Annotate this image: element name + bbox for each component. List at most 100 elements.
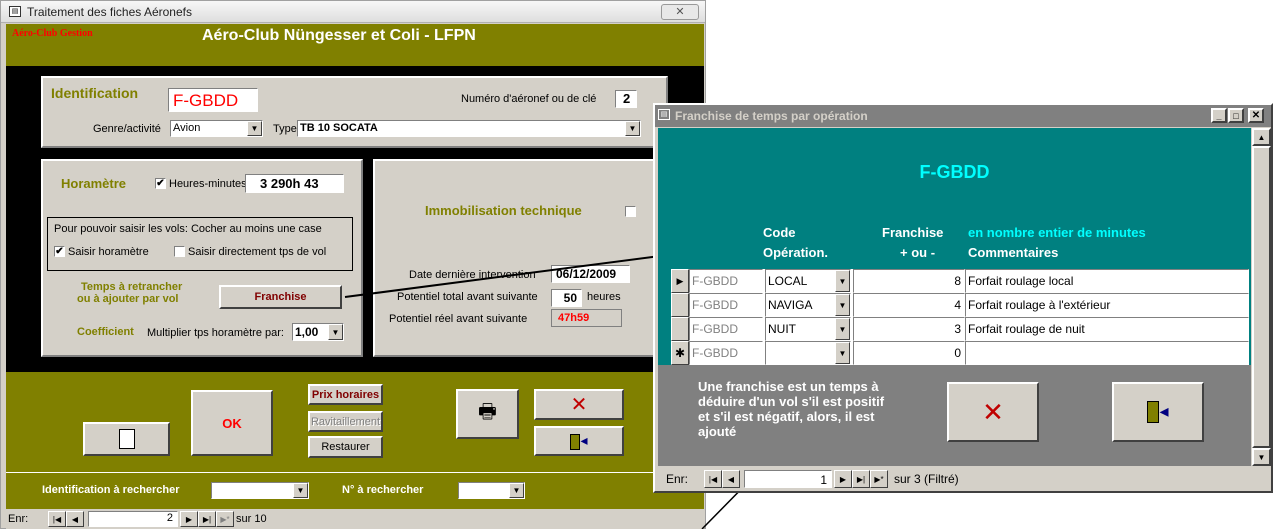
table-row[interactable]: F-GBDD NAVIGA ▼ 4 Forfait roulage à l'ex…: [671, 293, 1249, 317]
comment-cell[interactable]: Forfait roulage de nuit: [965, 317, 1249, 341]
prix-horaires-button[interactable]: Prix horaires: [308, 384, 383, 405]
restaurer-button[interactable]: Restaurer: [308, 436, 383, 458]
value-cell[interactable]: 4: [853, 293, 965, 317]
last-record-icon[interactable]: ▶|: [198, 511, 216, 527]
row-selector[interactable]: [671, 317, 689, 341]
immobilisation-checkbox[interactable]: [625, 206, 636, 217]
ident-cell[interactable]: F-GBDD: [689, 269, 763, 293]
chevron-down-icon[interactable]: ▼: [328, 324, 343, 340]
prev-record-icon[interactable]: ◀: [66, 511, 84, 527]
new-record-icon[interactable]: ▶*: [870, 470, 888, 488]
scroll-up-icon[interactable]: ▲: [1252, 128, 1271, 146]
close-button[interactable]: ✕: [1248, 108, 1264, 123]
type-combo[interactable]: TB 10 SOCATA ▼: [297, 120, 641, 137]
first-record-icon[interactable]: |◀: [48, 511, 66, 527]
col-franchise-1: Franchise: [882, 225, 944, 240]
delete-icon: ✕: [982, 396, 1004, 427]
restaurer-label: Restaurer: [321, 441, 370, 453]
scroll-thumb[interactable]: [1252, 146, 1271, 448]
ident-cell[interactable]: F-GBDD: [689, 293, 763, 317]
delete-button[interactable]: ✕: [947, 382, 1039, 442]
multiplier-label: Multiplier tps horamètre par:: [147, 327, 284, 339]
form-icon: ▤: [658, 109, 670, 120]
numero-recherche-combo[interactable]: ▼: [458, 482, 525, 499]
new-row-asterisk-icon[interactable]: ✱: [671, 341, 689, 365]
exit-button[interactable]: ◂: [534, 426, 624, 456]
value-cell[interactable]: 0: [853, 341, 965, 365]
table-row[interactable]: ▶ F-GBDD LOCAL ▼ 8 Forfait roulage local: [671, 269, 1249, 293]
horametre-field[interactable]: 3 290h 43: [245, 174, 344, 193]
row-selector-current[interactable]: ▶: [671, 269, 689, 293]
ident-cell[interactable]: F-GBDD: [689, 341, 763, 365]
chevron-down-icon[interactable]: ▼: [247, 121, 262, 136]
main-titlebar[interactable]: ▤ Traitement des fiches Aéronefs ✕: [1, 1, 705, 23]
code-value: LOCAL: [768, 274, 808, 288]
identification-field[interactable]: F-GBDD: [168, 88, 258, 112]
maximize-button[interactable]: □: [1228, 108, 1244, 123]
date-field[interactable]: 06/12/2009: [551, 265, 630, 283]
chevron-down-icon[interactable]: ▼: [835, 318, 850, 340]
new-row[interactable]: ✱ F-GBDD ▼ 0: [671, 341, 1249, 365]
comment-cell[interactable]: [965, 341, 1249, 365]
numero-label: Numéro d'aéronef ou de clé: [461, 93, 597, 105]
chevron-down-icon[interactable]: ▼: [835, 270, 850, 292]
chevron-down-icon[interactable]: ▼: [835, 294, 850, 316]
ident-cell[interactable]: F-GBDD: [689, 317, 763, 341]
franchise-note: Une franchise est un temps à déduire d'u…: [698, 379, 885, 439]
table-row[interactable]: F-GBDD NUIT ▼ 3 Forfait roulage de nuit: [671, 317, 1249, 341]
close-button[interactable]: ✕: [661, 4, 699, 20]
row-selector[interactable]: [671, 293, 689, 317]
new-record-button[interactable]: [83, 422, 170, 456]
scroll-down-icon[interactable]: ▼: [1252, 448, 1271, 466]
type-label: Type: [273, 123, 297, 135]
ident-recherche-label: Identification à rechercher: [42, 484, 180, 496]
last-record-icon[interactable]: ▶|: [852, 470, 870, 488]
multiplier-combo[interactable]: 1,00 ▼: [292, 323, 344, 341]
heures-unit: heures: [587, 291, 621, 303]
brand-label: Aéro-Club Gestion: [12, 28, 93, 39]
form-icon: ▤: [9, 6, 21, 17]
value-cell[interactable]: 3: [853, 317, 965, 341]
saisir-tps-checkbox[interactable]: [174, 246, 185, 257]
code-cell[interactable]: LOCAL ▼: [765, 269, 851, 293]
chevron-down-icon[interactable]: ▼: [293, 483, 308, 498]
next-record-icon[interactable]: ▶: [180, 511, 198, 527]
ok-button[interactable]: OK: [191, 390, 273, 456]
genre-combo[interactable]: Avion ▼: [170, 120, 263, 137]
potentiel-total-field[interactable]: 50: [551, 289, 582, 307]
printer-icon: 🖶: [478, 401, 497, 423]
comment-cell[interactable]: Forfait roulage local: [965, 269, 1249, 293]
print-button[interactable]: 🖶: [456, 389, 519, 439]
potentiel-reel-label: Potentiel réel avant suivante: [389, 313, 528, 325]
franchise-titlebar[interactable]: ▤ Franchise de temps par opération _ □ ✕: [655, 105, 1271, 127]
numero-field[interactable]: 2: [615, 90, 637, 108]
date-label: Date dernière intervention: [409, 269, 536, 281]
value-cell[interactable]: 8: [853, 269, 965, 293]
code-cell[interactable]: ▼: [765, 341, 851, 365]
new-record-icon[interactable]: ▶*: [216, 511, 234, 527]
comment-cell[interactable]: Forfait roulage à l'extérieur: [965, 293, 1249, 317]
vertical-scrollbar[interactable]: ▲ ▼: [1252, 128, 1271, 466]
franchise-button[interactable]: Franchise: [219, 285, 342, 309]
code-cell[interactable]: NAVIGA ▼: [765, 293, 851, 317]
minimize-button[interactable]: _: [1211, 108, 1227, 123]
nav-label: Enr:: [8, 513, 29, 525]
first-record-icon[interactable]: |◀: [704, 470, 722, 488]
heures-minutes-checkbox[interactable]: ✔: [155, 178, 166, 189]
saisir-horametre-checkbox[interactable]: ✔: [54, 246, 65, 257]
ident-recherche-combo[interactable]: ▼: [211, 482, 309, 499]
next-record-icon[interactable]: ▶: [834, 470, 852, 488]
code-cell[interactable]: NUIT ▼: [765, 317, 851, 341]
franchise-record-navigator: Enr: |◀ ◀ 1 ▶ ▶| ▶* sur 3 (Filtré): [658, 468, 1271, 490]
delete-button[interactable]: ✕: [534, 389, 624, 420]
prev-record-icon[interactable]: ◀: [722, 470, 740, 488]
exit-button[interactable]: ◂: [1112, 382, 1204, 442]
ravitaillement-button[interactable]: Ravitaillement: [308, 411, 383, 432]
franchise-footer: Une franchise est un temps à déduire d'u…: [658, 365, 1251, 466]
nav-current[interactable]: 1: [744, 470, 832, 488]
new-document-icon: [118, 429, 135, 449]
nav-current[interactable]: 2: [88, 511, 178, 527]
chevron-down-icon[interactable]: ▼: [509, 483, 524, 498]
chevron-down-icon[interactable]: ▼: [835, 342, 850, 364]
chevron-down-icon[interactable]: ▼: [625, 121, 640, 136]
